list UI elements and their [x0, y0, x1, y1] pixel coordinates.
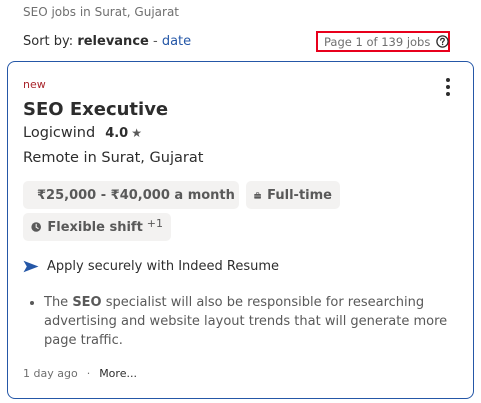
easy-apply-line: Apply securely with Indeed Resume [23, 259, 279, 274]
sort-separator: - [152, 34, 158, 49]
shift-more-count: +1 [146, 216, 163, 230]
question-circle-icon[interactable] [436, 35, 450, 48]
job-card[interactable]: new SEO Executive Logicwind 4.0 ★ Remote… [7, 61, 474, 399]
job-type-text: Full-time [267, 187, 332, 203]
job-type-chip: Full-time [246, 181, 340, 209]
job-footer: 1 day ago · More... [23, 367, 137, 380]
snippet-pre: The [44, 295, 73, 310]
posted-date: 1 day ago [23, 367, 78, 380]
salary-text: ₹25,000 - ₹40,000 a month [37, 187, 235, 203]
send-arrow-icon [23, 260, 39, 273]
company-name[interactable]: Logicwind [23, 125, 95, 141]
job-title[interactable]: SEO Executive [23, 99, 168, 120]
snippet-keyword: SEO [72, 295, 102, 310]
new-badge: new [23, 78, 46, 91]
footer-separator: · [86, 367, 91, 380]
sort-label: Sort by: [23, 34, 74, 49]
snippet-post: specialist will also be responsible for … [44, 295, 448, 348]
snippet-item: The SEO specialist will also be responsi… [44, 293, 448, 350]
briefcase-icon [254, 191, 261, 199]
easy-apply-text: Apply securely with Indeed Resume [47, 259, 280, 274]
job-snippet: The SEO specialist will also be responsi… [28, 293, 448, 350]
more-options-icon[interactable] [445, 78, 451, 100]
shift-chip: Flexible shift +1 [23, 213, 171, 241]
breadcrumb: SEO jobs in Surat, Gujarat [23, 5, 179, 19]
page-count: Page 1 of 139 jobs [316, 31, 450, 52]
sort-bar: Sort by: relevance - date [23, 34, 191, 49]
sort-active-relevance: relevance [77, 34, 149, 49]
sort-by-date-link[interactable]: date [162, 34, 191, 49]
company-rating: 4.0 [105, 125, 129, 141]
clock-icon [31, 222, 41, 232]
company-line: Logicwind 4.0 ★ [23, 125, 142, 141]
salary-chip: ₹25,000 - ₹40,000 a month [23, 181, 239, 209]
star-icon: ★ [131, 126, 142, 140]
more-link[interactable]: More... [99, 367, 137, 380]
shift-text: Flexible shift [47, 219, 143, 235]
page-count-text: Page 1 of 139 jobs [324, 34, 431, 49]
job-location: Remote in Surat, Gujarat [23, 150, 204, 166]
